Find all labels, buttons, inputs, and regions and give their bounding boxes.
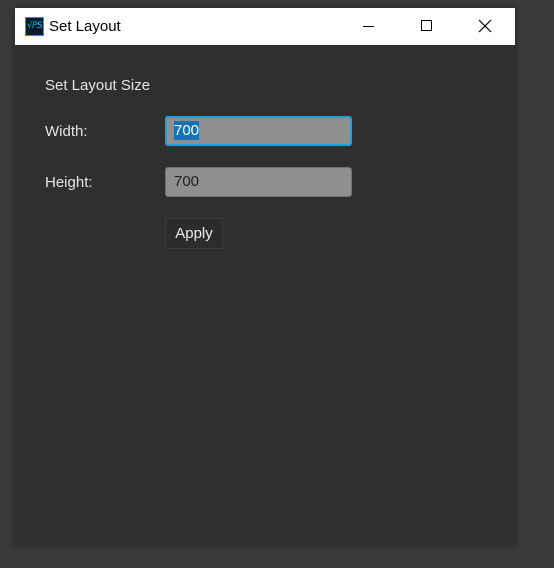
section-heading: Set Layout Size: [45, 77, 151, 94]
set-layout-window: √PS Set Layout Set Layout Size Width: 70…: [15, 8, 515, 545]
title-bar[interactable]: √PS Set Layout: [15, 8, 515, 45]
height-input[interactable]: 700: [165, 167, 352, 197]
width-value: 700: [174, 121, 200, 140]
app-icon: √PS: [25, 17, 44, 36]
width-input[interactable]: 700: [165, 116, 352, 146]
apply-button[interactable]: Apply: [165, 218, 223, 249]
minimize-icon: [363, 26, 374, 27]
dialog-content: Set Layout Size Width: 700 Height: 700 A…: [15, 45, 515, 545]
width-label: Width:: [45, 123, 88, 140]
maximize-button[interactable]: [397, 8, 455, 45]
close-button[interactable]: [455, 8, 513, 45]
window-title: Set Layout: [49, 18, 121, 35]
maximize-icon: [421, 20, 432, 31]
height-value: 700: [174, 173, 200, 190]
desktop: √PS Set Layout Set Layout Size Width: 70…: [0, 0, 554, 568]
minimize-button[interactable]: [339, 8, 397, 45]
close-icon: [478, 19, 492, 33]
height-label: Height:: [45, 174, 93, 191]
